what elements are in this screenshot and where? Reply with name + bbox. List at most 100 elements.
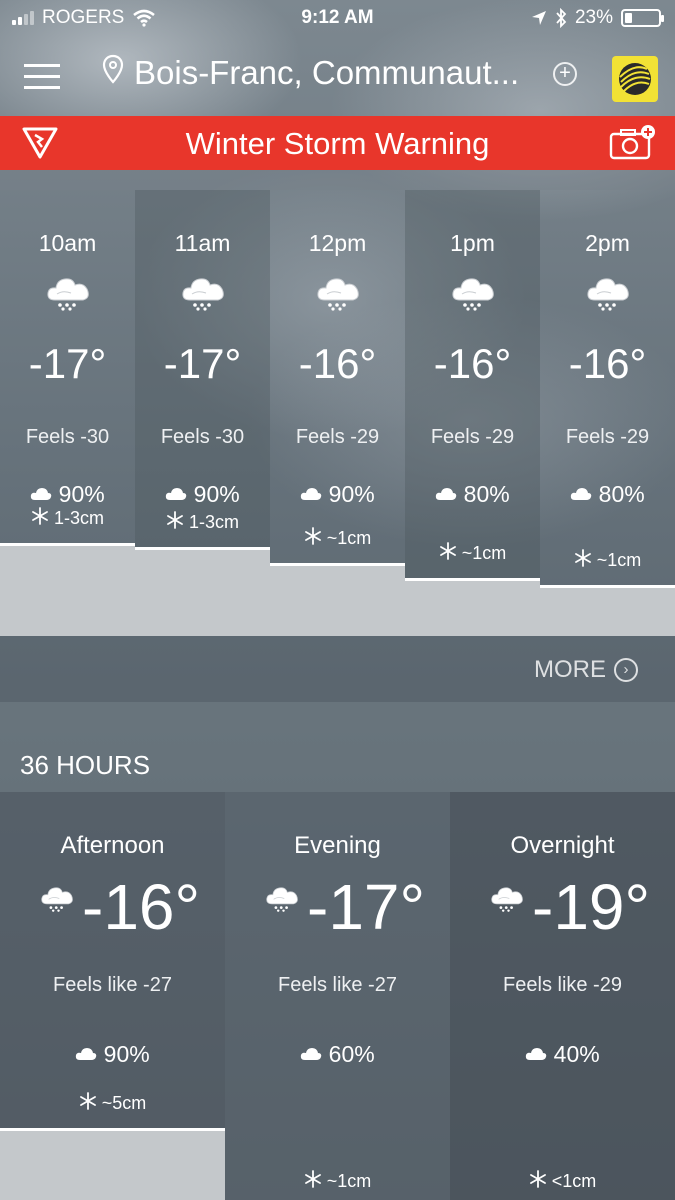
menu-icon[interactable] <box>24 64 60 90</box>
hour-precip-chance: 90% <box>0 480 135 508</box>
precip-cloud-icon <box>435 481 457 508</box>
hour-time: 2pm <box>585 230 630 256</box>
period-feels-like: Feels like -27 <box>278 974 397 996</box>
hour-accumulation: ~1cm <box>270 527 405 550</box>
bluetooth-icon <box>556 8 567 28</box>
period-name: Overnight <box>510 832 615 859</box>
hourly-forecast: 10am -17° Feels -30 90% 1-3cm 11am -17° Feels… <box>0 190 675 636</box>
snow-cloud-icon <box>38 884 76 918</box>
period-accumulation: <1cm <box>450 1170 675 1193</box>
weather-network-logo[interactable] <box>612 56 658 102</box>
location-title[interactable]: Bois-Franc, Communaut... <box>134 54 519 92</box>
hour-accumulation: ~1cm <box>405 542 540 565</box>
hour-temperature: -17° <box>28 340 107 387</box>
hour-temperature: -16° <box>298 340 377 387</box>
precip-cloud-icon <box>570 481 592 508</box>
hour-temperature: -16° <box>433 340 512 387</box>
snow-cloud-icon <box>448 274 498 317</box>
hour-feels-like: Feels -29 <box>430 426 515 448</box>
period-column[interactable]: Evening -17° Feels like -27 60% ~1cm <box>225 792 450 1200</box>
snowflake-icon <box>31 507 49 530</box>
section-36-hours-header: 36 HOURS <box>0 702 675 792</box>
snowflake-icon <box>79 1092 97 1115</box>
accumulation-bar <box>0 543 135 636</box>
hour-column[interactable]: 12pm -16° Feels -29 90% ~1cm <box>270 190 405 636</box>
snow-cloud-icon <box>43 274 93 317</box>
section-title: 36 HOURS <box>20 750 151 780</box>
hour-feels-like: Feels -30 <box>25 426 110 448</box>
hour-accumulation: 1-3cm <box>0 507 135 530</box>
snow-cloud-icon <box>313 274 363 317</box>
hour-temperature: -17° <box>163 340 242 387</box>
period-feels-like: Feels like -27 <box>53 974 172 996</box>
hour-accumulation: ~1cm <box>540 549 675 572</box>
hour-column[interactable]: 2pm -16° Feels -29 80% ~1cm <box>540 190 675 636</box>
hour-column[interactable]: 1pm -16° Feels -29 80% ~1cm <box>405 190 540 636</box>
hour-temperature: -16° <box>568 340 647 387</box>
more-button[interactable]: MORE › <box>534 656 638 684</box>
snowflake-icon <box>574 549 592 572</box>
hour-precip-chance: 90% <box>135 480 270 508</box>
accumulation-bar <box>135 547 270 636</box>
period-temperature: -17° <box>307 871 426 943</box>
period-accumulation: ~5cm <box>0 1092 225 1115</box>
period-temperature: -19° <box>532 871 651 943</box>
precip-cloud-icon <box>300 481 322 508</box>
location-arrow-icon <box>531 11 546 25</box>
more-row: MORE › <box>0 636 675 702</box>
alert-banner[interactable]: Winter Storm Warning <box>0 116 675 170</box>
precip-cloud-icon <box>300 1041 322 1068</box>
battery-icon <box>621 9 664 27</box>
hour-feels-like: Feels -30 <box>160 426 245 448</box>
snowflake-icon <box>529 1170 547 1193</box>
hour-precip-chance: 80% <box>405 480 540 508</box>
snowflake-icon <box>304 1170 322 1193</box>
hour-time: 1pm <box>450 230 495 256</box>
snowflake-icon <box>166 511 184 534</box>
status-bar: ROGERS 9:12 AM 23% <box>0 0 675 38</box>
battery-percent: 23% <box>574 7 613 28</box>
hour-column[interactable]: 11am -17° Feels -30 90% 1-3cm <box>135 190 270 636</box>
hour-time: 12pm <box>308 230 367 256</box>
hour-time: 10am <box>38 230 97 256</box>
precip-cloud-icon <box>525 1041 547 1068</box>
snow-cloud-icon <box>178 274 228 317</box>
period-name: Evening <box>294 832 381 859</box>
accumulation-bar <box>540 585 675 636</box>
precip-cloud-icon <box>75 1041 97 1068</box>
period-column[interactable]: Overnight -19° Feels like -29 40% <1cm <box>450 792 675 1200</box>
alert-text: Winter Storm Warning <box>185 126 490 161</box>
period-name: Afternoon <box>60 832 165 859</box>
accumulation-bar <box>0 1128 225 1200</box>
chevron-right-icon: › <box>614 658 638 682</box>
hour-accumulation: 1-3cm <box>135 511 270 534</box>
period-precip-chance: 90% <box>0 1040 225 1068</box>
period-accumulation: ~1cm <box>225 1170 450 1193</box>
precip-cloud-icon <box>165 481 187 508</box>
period-column[interactable]: Afternoon -16° Feels like -27 90% ~5cm <box>0 792 225 1200</box>
hour-time: 11am <box>174 230 231 256</box>
period-feels-like: Feels like -29 <box>503 974 622 996</box>
accumulation-bar <box>270 563 405 636</box>
snow-cloud-icon <box>488 884 526 918</box>
accumulation-bar <box>405 578 540 636</box>
snowflake-icon <box>439 542 457 565</box>
period-precip-chance: 60% <box>225 1040 450 1068</box>
more-label: MORE <box>534 656 606 683</box>
hour-feels-like: Feels -29 <box>295 426 380 448</box>
thirty-six-hour-forecast: Afternoon -16° Feels like -27 90% ~5cm Even… <box>0 792 675 1200</box>
add-location-icon[interactable]: + <box>553 62 577 86</box>
hour-column[interactable]: 10am -17° Feels -30 90% 1-3cm <box>0 190 135 636</box>
camera-icon[interactable] <box>608 124 658 162</box>
snow-cloud-icon <box>583 274 633 317</box>
hourly-header-strip <box>0 170 675 190</box>
snowflake-icon <box>304 527 322 550</box>
hour-precip-chance: 90% <box>270 480 405 508</box>
precip-cloud-icon <box>30 481 52 508</box>
snow-cloud-icon <box>263 884 301 918</box>
hour-precip-chance: 80% <box>540 480 675 508</box>
location-pin-icon <box>102 54 124 84</box>
app-header: Bois-Franc, Communaut... + <box>0 38 675 116</box>
period-precip-chance: 40% <box>450 1040 675 1068</box>
period-temperature: -16° <box>82 871 201 943</box>
